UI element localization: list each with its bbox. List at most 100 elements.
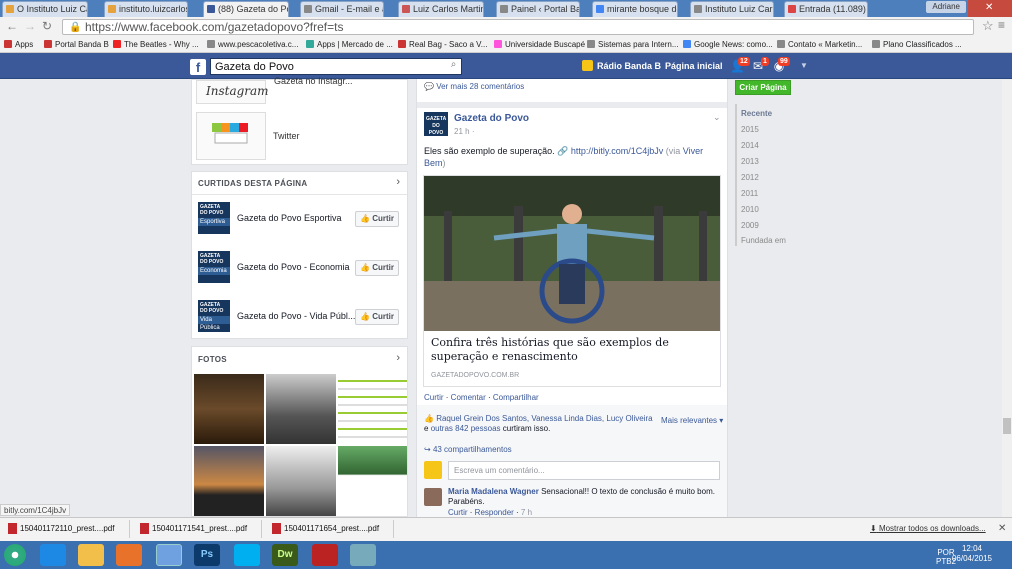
liked-page-name[interactable]: Gazeta do Povo - Vida Públ... [237,311,357,321]
search-icon[interactable]: ⌕ [446,59,461,74]
chevron-right-icon[interactable]: › [396,176,400,188]
create-page-button[interactable]: Criar Página [735,80,791,95]
link-preview[interactable]: Confira três histórias que são exemplos … [423,175,721,387]
timeline-year[interactable]: 2014 [741,141,759,150]
browser-tab[interactable]: Luiz Carlos Martin [398,1,484,17]
liked-page-name[interactable]: Gazeta do Povo Esportiva [237,213,357,223]
timeline-year-recent[interactable]: Recente [741,109,772,118]
comment-author[interactable]: Maria Madalena Wagner [448,487,539,496]
photo-thumbnail[interactable] [194,374,264,444]
timeline-year[interactable]: 2010 [741,205,759,214]
system-clock[interactable]: 12:04 06/04/2015 [952,544,992,564]
bookmark-item[interactable]: Contato « Marketin... [777,40,862,49]
browser-tab[interactable]: Entrada (11.089) - [784,1,868,17]
bookmark-item[interactable]: Sistemas para Intern... [587,40,678,49]
timeline-year[interactable]: 2012 [741,173,759,182]
comment-like-button[interactable]: Curtir [448,508,468,517]
post-options-chevron-icon[interactable]: ⌄ [713,112,721,123]
chrome-icon[interactable] [156,544,182,566]
liked-page-name[interactable]: Gazeta do Povo - Economia [237,262,357,272]
photo-thumbnail[interactable] [266,446,336,516]
instagram-link[interactable]: Gazeta no Instagr... [274,76,353,86]
skype-icon[interactable] [234,544,260,566]
download-item[interactable]: 150401171654_prest....pdf [270,520,394,538]
photo-thumbnail[interactable] [338,374,407,444]
filezilla-icon[interactable] [312,544,338,566]
close-downloads-icon[interactable]: ✕ [998,523,1006,534]
comment-button[interactable]: Comentar [451,393,486,402]
facebook-logo[interactable]: f [190,59,206,75]
bookmark-item[interactable]: Google News: como... [683,40,773,49]
bookmark-item[interactable]: Portal Banda B [44,40,109,49]
more-comments-link[interactable]: 💬 Ver mais 28 comentários [424,82,524,91]
reload-icon[interactable]: ↻ [42,19,52,33]
browser-tab-active[interactable]: (88) Gazeta do Po [203,1,289,17]
shares-count[interactable]: ↪ 43 compartilhamentos [424,445,512,454]
commenter-avatar[interactable] [424,488,442,506]
bookmark-star-icon[interactable]: ☆ [982,18,994,34]
comment-reply-button[interactable]: Responder [475,508,514,517]
nav-home[interactable]: Página inicial [665,61,723,71]
share-button[interactable]: Compartilhar [493,393,539,402]
start-button-icon[interactable] [4,544,26,566]
browser-tab[interactable]: instituto.luizcarlos [104,1,188,17]
like-page-button[interactable]: 👍 Curtir [355,211,399,227]
facebook-search-input[interactable]: Gazeta do Povo [210,58,462,75]
browser-tab[interactable]: Instituto Luiz Carlo [690,1,774,17]
link-title[interactable]: Confira três histórias que são exemplos … [431,336,715,364]
timeline-founded[interactable]: Fundada em [741,236,786,245]
bookmark-item[interactable]: Real Bag - Saco a V... [398,40,487,49]
browser-user-chip[interactable]: Adriane [926,1,966,13]
instagram-logo[interactable]: Instagram [196,80,269,104]
twitter-link[interactable]: Twitter [273,131,300,141]
window-close-button[interactable]: ✕ [968,0,1012,17]
browser-tab[interactable]: mirante bosque do [592,1,678,17]
post-link[interactable]: http://bitly.com/1C4jbJv [571,146,663,156]
forward-icon[interactable]: → [24,19,36,33]
show-all-downloads-link[interactable]: ⬇ Mostrar todos os downloads... [870,524,986,533]
photo-thumbnail[interactable] [338,446,407,516]
bookmark-item[interactable]: www.pescacoletiva.c... [207,40,298,49]
firefox-icon[interactable] [116,544,142,566]
timeline-year[interactable]: 2015 [741,125,759,134]
browser-tab[interactable]: O Instituto Luiz Ca [2,1,88,17]
page-scrollbar[interactable] [1002,80,1012,517]
sort-comments-dropdown[interactable]: Mais relevantes ▾ [661,416,723,425]
post-time[interactable]: 21 h · [454,127,474,136]
download-item[interactable]: 150401172110_prest....pdf [6,520,130,538]
photo-thumbnail[interactable] [266,374,336,444]
timeline-year[interactable]: 2011 [741,189,758,198]
timeline-year[interactable]: 2013 [741,157,759,166]
like-page-button[interactable]: 👍 Curtir [355,260,399,276]
file-explorer-icon[interactable] [78,544,104,566]
remote-desktop-icon[interactable] [350,544,376,566]
page-thumbnail[interactable]: GAZETA DO POVO Economia [198,251,230,283]
bookmark-item[interactable]: Apps | Mercado de ... [306,40,393,49]
menu-icon[interactable]: ≡ [998,18,1005,32]
browser-tab[interactable]: Painel ‹ Portal Ban [496,1,580,17]
nav-radio-banda-b[interactable]: Rádio Banda B [597,61,661,71]
like-button[interactable]: Curtir [424,393,444,402]
page-avatar[interactable]: GAZETA DO POVO [424,112,448,136]
download-item[interactable]: 150401171541_prest....pdf [138,520,262,538]
like-page-button[interactable]: 👍 Curtir [355,309,399,325]
bookmark-item[interactable]: The Beatles - Why ... [113,40,199,49]
page-thumbnail[interactable]: GAZETA DO POVO Vida Pública [198,300,230,332]
photoshop-icon[interactable]: Ps [194,544,220,566]
dreamweaver-icon[interactable]: Dw [272,544,298,566]
url-bar[interactable]: 🔒 https://www.facebook.com/gazetadopovo?f… [62,19,974,35]
page-thumbnail[interactable]: GAZETA DO POVO Esportiva [198,202,230,234]
comment-input[interactable]: Escreva um comentário... [448,461,720,480]
internet-explorer-icon[interactable] [40,544,66,566]
chevron-right-icon[interactable]: › [396,352,400,364]
post-author[interactable]: Gazeta do Povo [454,113,529,124]
timeline-year[interactable]: 2009 [741,221,759,230]
back-icon[interactable]: ← [6,19,18,33]
bookmark-item[interactable]: Apps [4,40,33,49]
scrollbar-thumb[interactable] [1003,418,1011,434]
account-menu-chevron-icon[interactable]: ▼ [800,61,808,70]
bookmark-item[interactable]: Universidade Buscapé [494,40,585,49]
photo-thumbnail[interactable] [194,446,264,516]
twitter-thumbnail[interactable] [196,112,266,160]
bookmark-item[interactable]: Plano Classificados ... [872,40,962,49]
